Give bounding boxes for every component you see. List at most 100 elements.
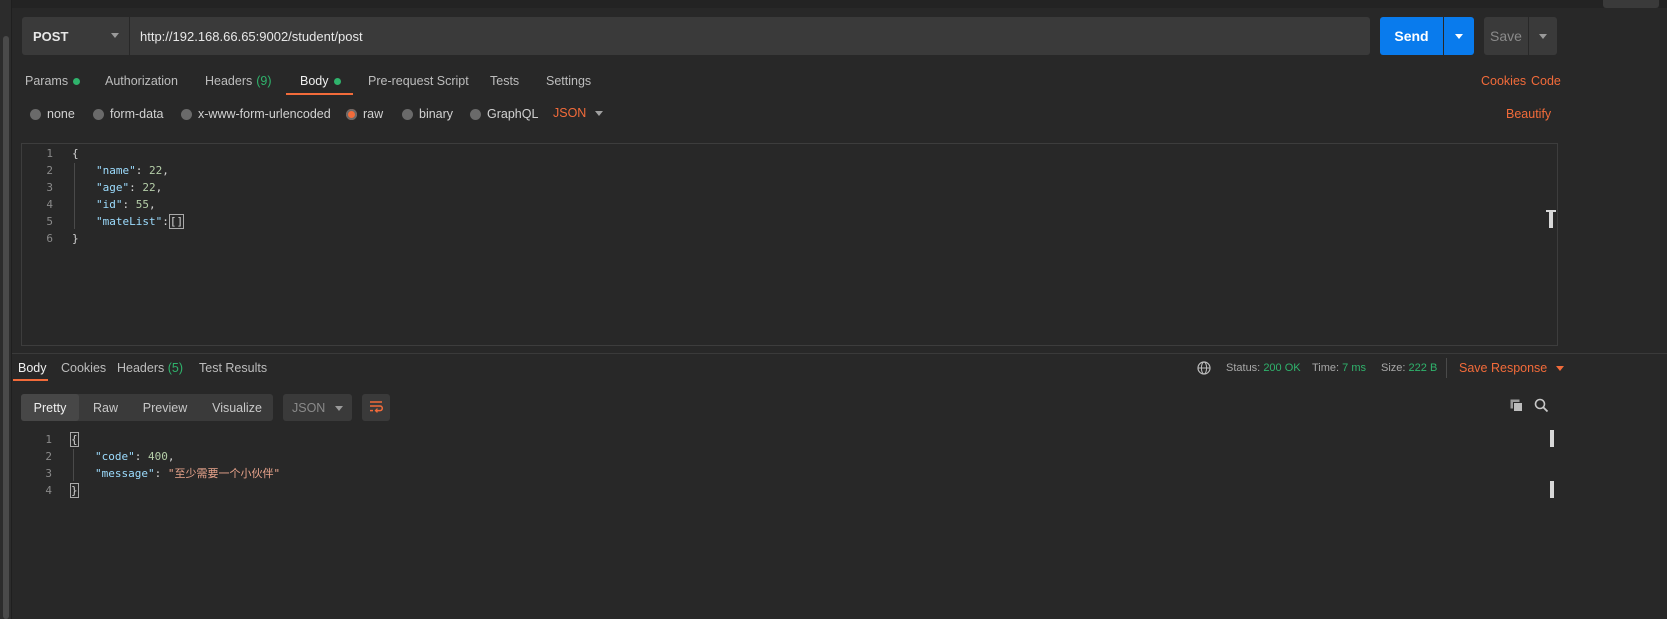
globe-icon[interactable] [1197, 361, 1211, 378]
response-tab-test-results[interactable]: Test Results [199, 361, 267, 375]
line-number: 6 [46, 232, 53, 245]
response-tab-cookies[interactable]: Cookies [61, 361, 106, 375]
code-link[interactable]: Code [1531, 72, 1561, 90]
response-headers-count: (5) [167, 361, 184, 375]
send-button[interactable]: Send [1380, 17, 1443, 55]
code-line: { [70, 431, 79, 448]
response-format-label: JSON [292, 400, 326, 415]
code-line: "message": "至少需要一个小伙伴" [95, 467, 281, 480]
top-toolbar-edge [12, 0, 1667, 8]
pane-divider[interactable] [12, 353, 1667, 354]
line-number: 2 [45, 450, 52, 463]
tab-params[interactable]: Params [25, 72, 81, 90]
save-response-button[interactable]: Save Response [1459, 361, 1565, 375]
editor-scroll-marker[interactable] [1549, 212, 1553, 228]
line-number: 3 [46, 181, 53, 194]
json-key: "message" [95, 467, 155, 480]
wrap-lines-button[interactable] [362, 394, 390, 421]
response-body-viewer[interactable]: 1 2 3 4 { "code": 400, "message": "至少需要一… [21, 430, 1558, 619]
url-input[interactable]: http://192.168.66.65:9002/student/post [130, 17, 1370, 55]
radio-binary-label: binary [419, 107, 454, 121]
json-key: "name" [96, 164, 136, 177]
json-value: 55 [135, 198, 149, 211]
tab-headers-label: Headers [205, 74, 253, 88]
radio-raw-label: raw [363, 107, 384, 121]
json-value: 22 [142, 181, 156, 194]
line-number: 5 [46, 215, 53, 228]
viewer-scroll-marker[interactable] [1550, 481, 1554, 498]
viewer-scroll-marker[interactable] [1550, 430, 1554, 447]
tab-body-label: Body [300, 74, 329, 88]
time-readout: Time: 7 ms [1312, 362, 1366, 374]
active-dot-icon [333, 77, 341, 85]
copy-icon[interactable] [1509, 398, 1524, 416]
method-select[interactable]: POST [22, 17, 129, 55]
wrap-lines-icon [368, 399, 384, 416]
save-options-button[interactable] [1529, 17, 1557, 55]
code-line: "id": 55, [96, 198, 156, 211]
tab-authorization[interactable]: Authorization [105, 72, 178, 90]
size-value: 222 B [1408, 362, 1438, 374]
line-number: 2 [46, 164, 53, 177]
active-tab-indicator [13, 379, 48, 381]
code-line: "code": 400, [95, 450, 175, 463]
save-button[interactable]: Save [1484, 17, 1528, 55]
scrollbar-thumb[interactable] [3, 36, 9, 619]
line-number: 4 [46, 198, 53, 211]
json-value: 22 [149, 164, 163, 177]
line-number: 1 [45, 433, 52, 446]
response-view-mode-group: Pretty Raw Preview Visualize [21, 394, 273, 421]
radio-raw[interactable]: raw [346, 106, 383, 122]
radio-icon [93, 108, 104, 120]
tab-body[interactable]: Body [300, 72, 341, 90]
json-key: "id" [96, 198, 123, 211]
chevron-down-icon [1455, 34, 1463, 39]
radio-binary[interactable]: binary [402, 106, 453, 122]
radio-urlencoded-label: x-www-form-urlencoded [198, 107, 331, 121]
request-body-editor[interactable]: 1 2 3 4 5 6 { "name": 22, "age": 22, "id… [21, 143, 1558, 346]
radio-form-data[interactable]: form-data [93, 106, 164, 122]
radio-icon [402, 108, 413, 120]
brace: { [72, 147, 79, 160]
json-value: [] [168, 214, 185, 229]
response-tab-body[interactable]: Body [18, 361, 47, 375]
top-right-control[interactable] [1603, 0, 1659, 8]
brace: { [70, 432, 79, 447]
radio-urlencoded[interactable]: x-www-form-urlencoded [181, 106, 331, 122]
radio-none[interactable]: none [30, 106, 75, 122]
chevron-down-icon [111, 33, 119, 38]
active-dot-icon [73, 77, 81, 85]
view-raw-button[interactable]: Raw [83, 394, 128, 421]
status-label: Status: [1226, 362, 1261, 374]
radio-icon [470, 108, 481, 120]
response-tab-headers[interactable]: Headers (5) [117, 361, 183, 375]
chevron-down-icon [335, 406, 343, 411]
send-options-button[interactable] [1444, 17, 1474, 55]
divider [1446, 358, 1447, 378]
json-key: "mateList" [96, 215, 163, 228]
tab-prerequest-script[interactable]: Pre-request Script [368, 72, 469, 90]
time-value: 7 ms [1342, 362, 1366, 374]
search-icon[interactable] [1534, 398, 1549, 416]
radio-selected-icon [346, 108, 357, 120]
radio-icon [30, 108, 41, 120]
code-line: } [72, 230, 79, 247]
brace: } [72, 232, 79, 245]
beautify-link[interactable]: Beautify [1506, 107, 1551, 121]
line-number: 1 [46, 147, 53, 160]
chevron-down-icon [1556, 365, 1565, 371]
chevron-down-icon [1539, 34, 1547, 39]
tab-settings[interactable]: Settings [546, 72, 591, 90]
radio-graphql[interactable]: GraphQL [470, 106, 538, 122]
raw-format-label: JSON [553, 106, 587, 120]
view-preview-button[interactable]: Preview [133, 394, 197, 421]
brace: } [70, 483, 79, 498]
response-format-select[interactable]: JSON [283, 394, 352, 421]
raw-format-select[interactable]: JSON [553, 106, 604, 120]
indent-guide [74, 163, 75, 229]
tab-headers[interactable]: Headers (9) [205, 72, 272, 90]
tab-tests[interactable]: Tests [490, 72, 519, 90]
view-pretty-button[interactable]: Pretty [21, 394, 79, 421]
view-visualize-button[interactable]: Visualize [203, 394, 271, 421]
cookies-link[interactable]: Cookies [1481, 72, 1526, 90]
